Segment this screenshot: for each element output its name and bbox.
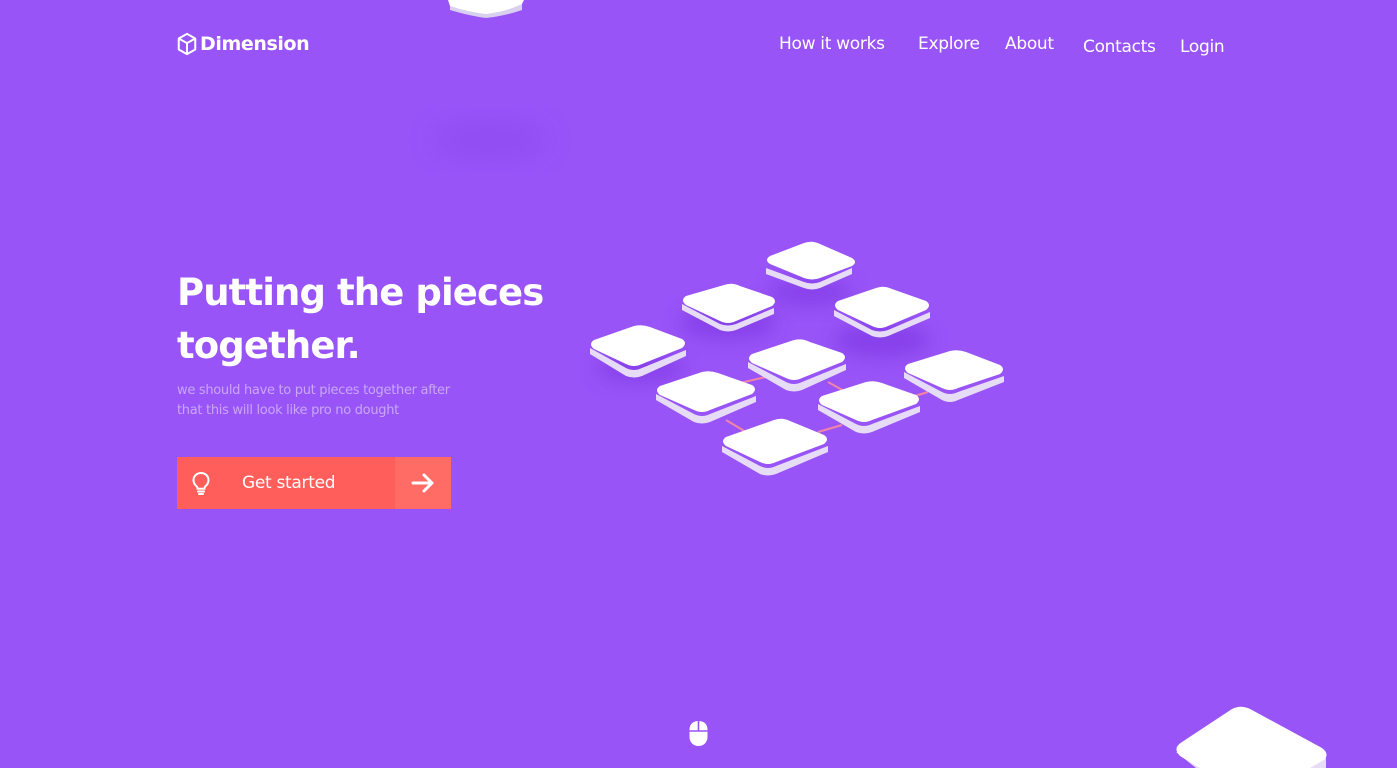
lightbulb-icon [177,457,225,509]
tile-bottom-right-partial [1176,706,1327,768]
hero-subtitle-line2: that this will look like pro no dought [177,403,399,418]
get-started-button[interactable]: Get started [177,457,451,509]
hero-subtitle-line1: we should have to put pieces together af… [177,383,450,398]
tile [818,381,920,434]
nav-login[interactable]: Login [1180,37,1225,57]
brand-name: Dimension [200,33,310,55]
hero-title: Putting the pieces together. [177,266,557,372]
hero-title-line2: together. [177,324,361,367]
hero-title-line1: Putting the pieces [177,271,544,314]
hero-subtitle: we should have to put pieces together af… [177,381,477,421]
nav-how-it-works[interactable]: How it works [779,34,885,54]
nav-explore[interactable]: Explore [918,34,980,54]
tile-top-partial [448,0,524,18]
nav-about[interactable]: About [1005,34,1054,54]
get-started-label: Get started [242,473,336,493]
brand-logo[interactable]: Dimension [176,32,310,56]
cube-icon [176,32,198,56]
mouse-icon[interactable] [688,720,709,747]
nav-contacts[interactable]: Contacts [1083,37,1156,57]
landing-page: Dimension How it works Explore About Con… [0,0,1397,768]
arrow-right-icon [395,457,451,509]
